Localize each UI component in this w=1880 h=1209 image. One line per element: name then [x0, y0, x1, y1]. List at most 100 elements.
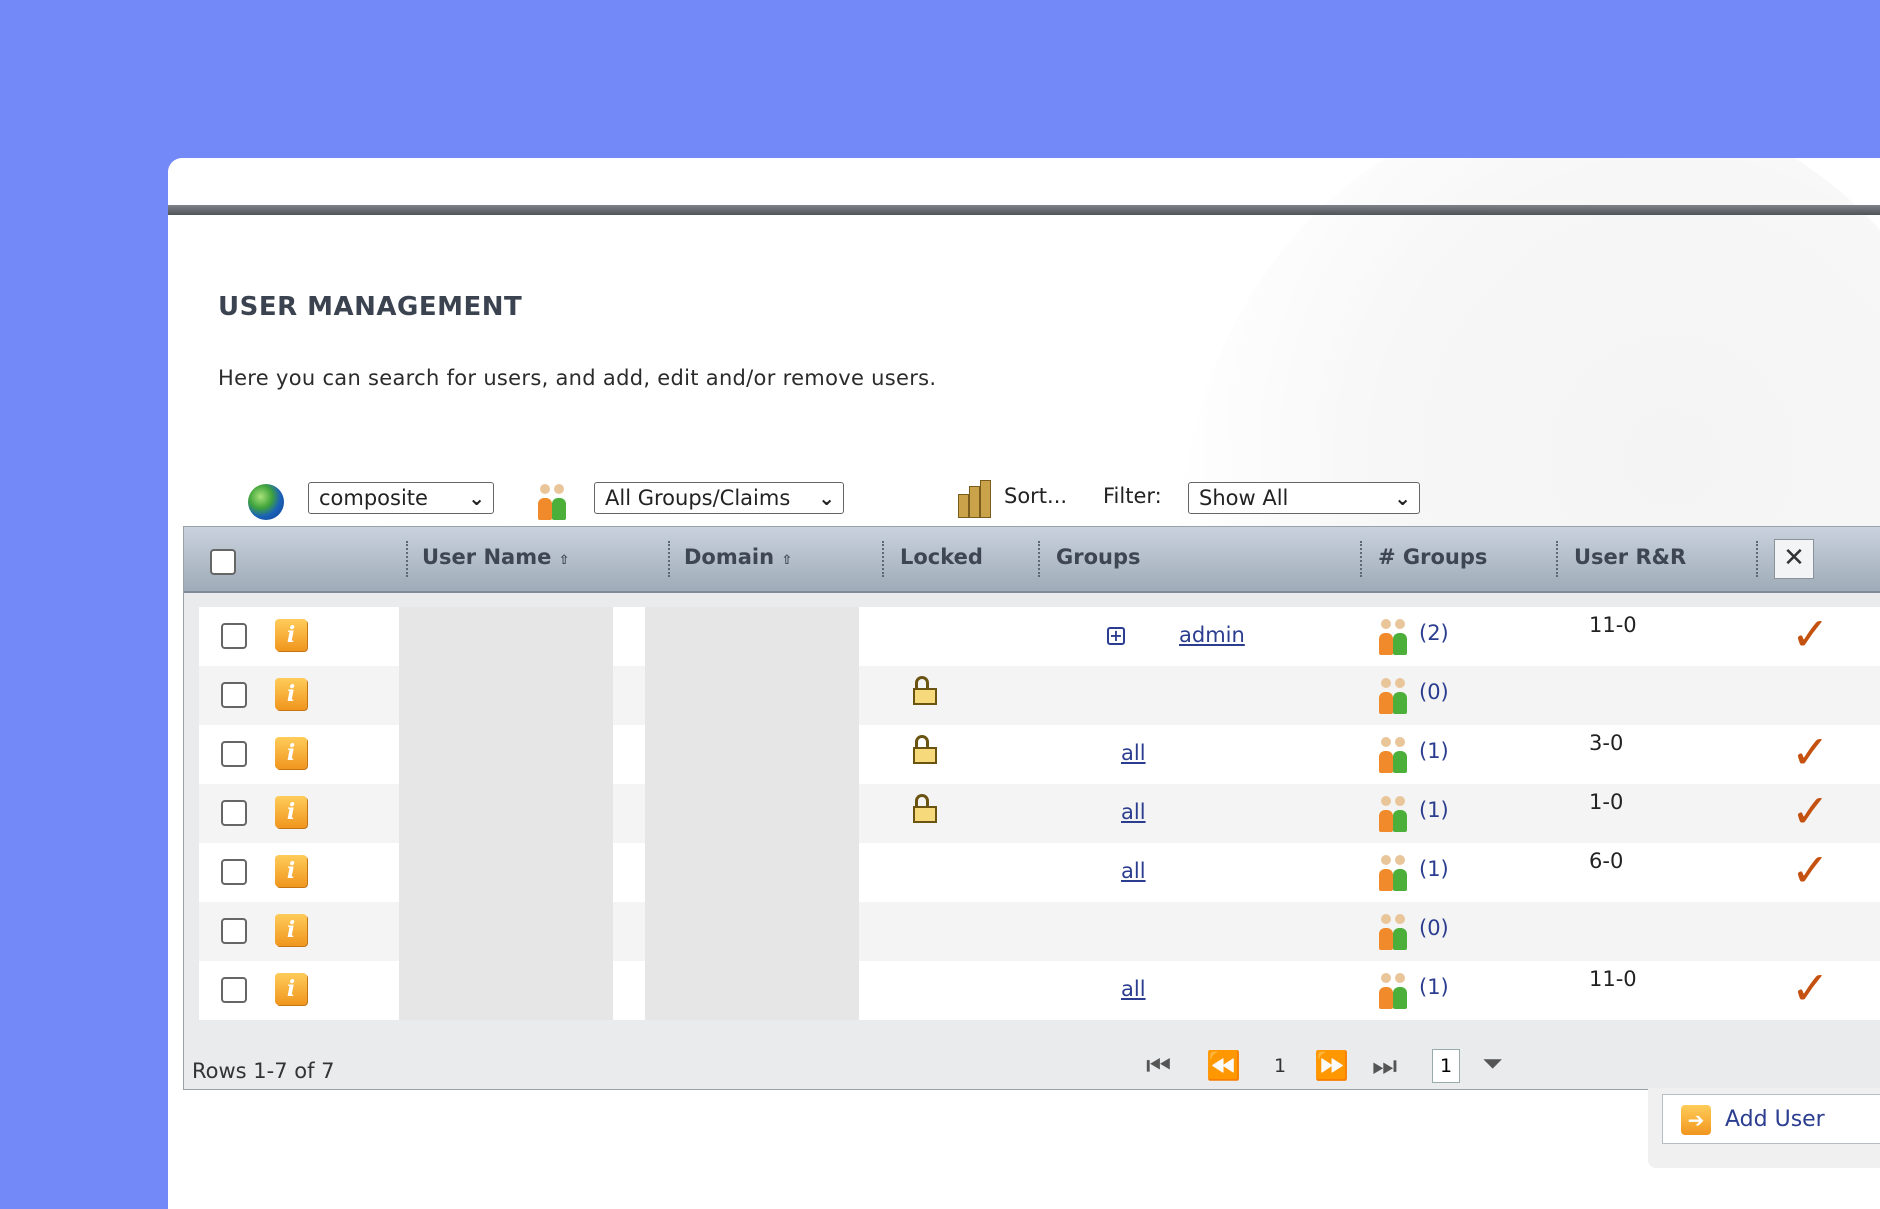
domain-cell: [645, 961, 859, 1020]
table-row[interactable]: i all (1) 1-0 ✓: [199, 784, 1880, 843]
check-icon: ✓: [1791, 843, 1830, 897]
header-locked[interactable]: Locked: [900, 545, 983, 569]
user-rr-value: 6-0: [1589, 849, 1624, 873]
group-count[interactable]: (0): [1419, 916, 1449, 940]
page-input[interactable]: 1: [1432, 1049, 1460, 1083]
info-icon[interactable]: i: [275, 796, 307, 828]
row-checkbox[interactable]: [221, 859, 247, 885]
group-count[interactable]: (1): [1419, 739, 1449, 763]
last-page-icon[interactable]: ⏭: [1372, 1049, 1397, 1083]
row-checkbox[interactable]: [221, 623, 247, 649]
top-bar: [168, 205, 1880, 215]
table-row[interactable]: i (0): [199, 666, 1880, 725]
row-checkbox[interactable]: [221, 977, 247, 1003]
filter-icon[interactable]: ⏷: [1482, 1049, 1503, 1080]
table-row[interactable]: i all (1) 3-0 ✓: [199, 725, 1880, 784]
sort-arrow-icon: ⇧: [781, 553, 793, 568]
people-icon: [1375, 914, 1415, 950]
user-rr-value: 11-0: [1589, 967, 1637, 991]
domain-cell: [645, 666, 859, 725]
globe-icon: [248, 484, 284, 520]
page-description: Here you can search for users, and add, …: [218, 366, 937, 390]
users-table: User Name ⇧ Domain ⇧ Locked Groups # Gro…: [183, 526, 1880, 1090]
header-num-groups[interactable]: # Groups: [1378, 545, 1487, 569]
header-user-rr[interactable]: User R&R: [1574, 545, 1686, 569]
expand-icon[interactable]: +: [1107, 627, 1125, 645]
info-icon[interactable]: i: [275, 678, 307, 710]
row-checkbox[interactable]: [221, 918, 247, 944]
row-checkbox[interactable]: [221, 741, 247, 767]
main-panel: USER MANAGEMENT Here you can search for …: [168, 158, 1880, 1209]
info-icon[interactable]: i: [275, 737, 307, 769]
domain-cell: [645, 607, 859, 666]
header-separator: [882, 541, 884, 577]
user-name-cell: [399, 607, 613, 666]
next-page-icon[interactable]: ⏩: [1314, 1049, 1349, 1082]
add-user-label: Add User: [1725, 1107, 1825, 1132]
header-groups[interactable]: Groups: [1056, 545, 1141, 569]
lock-icon[interactable]: [911, 676, 941, 706]
sort-icon[interactable]: [956, 480, 994, 518]
table-row[interactable]: i (0): [199, 902, 1880, 961]
lock-icon[interactable]: [911, 794, 941, 824]
people-icon: [1375, 619, 1415, 655]
people-icon: [1375, 678, 1415, 714]
page-number: 1: [1274, 1055, 1287, 1077]
header-separator: [668, 541, 670, 577]
people-icon: [1375, 855, 1415, 891]
sort-arrow-icon: ⇧: [558, 553, 570, 568]
header-user-name-label: User Name: [422, 545, 552, 569]
info-icon[interactable]: i: [275, 855, 307, 887]
rows-count: Rows 1-7 of 7: [192, 1059, 335, 1083]
domain-select[interactable]: composite ⌄: [308, 482, 494, 514]
first-page-icon[interactable]: ⏮: [1146, 1049, 1171, 1083]
tools-icon[interactable]: ✕: [1774, 539, 1814, 579]
header-separator: [1756, 541, 1758, 577]
user-name-cell: [399, 725, 613, 784]
people-icon: [1375, 796, 1415, 832]
group-link[interactable]: all: [1121, 800, 1146, 824]
add-user-button[interactable]: ➔ Add User: [1662, 1094, 1880, 1144]
table-row[interactable]: i all (1) 6-0 ✓: [199, 843, 1880, 902]
group-link[interactable]: all: [1121, 977, 1146, 1001]
group-count[interactable]: (1): [1419, 798, 1449, 822]
chevron-down-icon: ⌄: [1394, 486, 1411, 510]
page-title: USER MANAGEMENT: [218, 292, 523, 322]
domain-cell: [645, 784, 859, 843]
table-row[interactable]: i all (1) 11-0 ✓: [199, 961, 1880, 1020]
sort-link[interactable]: Sort...: [1004, 484, 1067, 508]
group-count[interactable]: (1): [1419, 857, 1449, 881]
group-link[interactable]: all: [1121, 741, 1146, 765]
user-rr-value: 3-0: [1589, 731, 1624, 755]
user-rr-value: 1-0: [1589, 790, 1624, 814]
check-icon: ✓: [1791, 725, 1830, 779]
domain-select-value: composite: [319, 486, 428, 510]
group-count[interactable]: (0): [1419, 680, 1449, 704]
row-checkbox[interactable]: [221, 800, 247, 826]
toolbar: composite ⌄ All Groups/Claims ⌄ Sort... …: [168, 478, 1880, 528]
info-icon[interactable]: i: [275, 619, 307, 651]
user-name-cell: [399, 843, 613, 902]
row-checkbox[interactable]: [221, 682, 247, 708]
table-row[interactable]: i + admin (2) 11-0 ✓: [199, 607, 1880, 666]
group-select-value: All Groups/Claims: [605, 486, 791, 510]
info-icon[interactable]: i: [275, 973, 307, 1005]
info-icon[interactable]: i: [275, 914, 307, 946]
prev-page-icon[interactable]: ⏪: [1206, 1049, 1241, 1082]
header-separator: [406, 541, 408, 577]
lock-icon[interactable]: [911, 735, 941, 765]
filter-select[interactable]: Show All ⌄: [1188, 482, 1420, 514]
group-count[interactable]: (2): [1419, 621, 1449, 645]
group-count[interactable]: (1): [1419, 975, 1449, 999]
user-name-cell: [399, 902, 613, 961]
header-domain[interactable]: Domain ⇧: [684, 545, 792, 569]
chevron-down-icon: ⌄: [468, 486, 485, 510]
people-icon: [1375, 973, 1415, 1009]
group-link[interactable]: admin: [1179, 623, 1245, 647]
select-all-checkbox[interactable]: [210, 549, 236, 575]
group-link[interactable]: all: [1121, 859, 1146, 883]
header-user-name[interactable]: User Name ⇧: [422, 545, 570, 569]
user-rr-value: 11-0: [1589, 613, 1637, 637]
group-select[interactable]: All Groups/Claims ⌄: [594, 482, 844, 514]
chevron-down-icon: ⌄: [818, 486, 835, 510]
